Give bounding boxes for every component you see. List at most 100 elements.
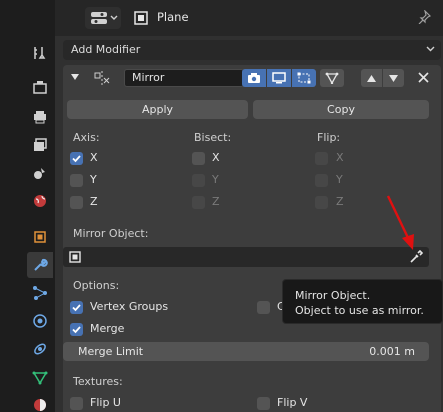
chevron-down-icon <box>110 15 118 20</box>
mirror-modifier-icon <box>94 71 110 85</box>
flip-x-checkbox[interactable] <box>315 152 328 165</box>
material-icon <box>34 399 46 411</box>
properties-tab-sidebar <box>25 0 55 412</box>
world-icon <box>34 195 46 207</box>
clipping-checkbox[interactable] <box>257 301 270 314</box>
move-down-button[interactable] <box>383 69 404 87</box>
merge-limit-slider[interactable]: Merge Limit 0.001 m <box>63 342 429 361</box>
flip-label: Flip: <box>317 131 341 144</box>
axis-x-label: X <box>90 151 98 164</box>
bisect-x-label: X <box>212 151 220 164</box>
merge-limit-label: Merge Limit <box>78 345 144 358</box>
image-stack-icon <box>34 138 47 151</box>
move-up-button[interactable] <box>361 69 382 87</box>
vertex-groups-checkbox[interactable] <box>70 301 83 314</box>
modifier-name-field[interactable]: Mirror <box>124 69 244 87</box>
tab-material[interactable] <box>27 392 53 412</box>
copy-button[interactable]: Copy <box>253 100 429 119</box>
tab-constraints[interactable] <box>27 336 53 362</box>
checkmark-icon <box>72 304 81 312</box>
tooltip-description: Object to use as mirror. <box>295 304 424 317</box>
object-icon <box>34 231 46 243</box>
scene-icon <box>34 168 45 179</box>
particles-icon <box>33 286 47 300</box>
mirror-object-tooltip: Mirror Object. Object to use as mirror. <box>282 279 443 324</box>
wrench-icon <box>34 258 48 271</box>
object-icon <box>69 251 81 263</box>
axis-z-checkbox[interactable] <box>70 196 83 209</box>
mesh-data-icon <box>32 371 48 385</box>
flip-u-label: Flip U <box>90 396 121 409</box>
tab-particles[interactable] <box>27 280 53 306</box>
toggle-render[interactable] <box>242 69 266 87</box>
bisect-y-label: Y <box>212 173 219 186</box>
merge-label: Merge <box>90 322 125 335</box>
tab-physics[interactable] <box>27 308 53 334</box>
cage-triangle-icon <box>325 72 339 84</box>
camera-icon <box>248 73 260 83</box>
axis-y-label: Y <box>90 173 97 186</box>
add-modifier-dropdown[interactable]: Add Modifier <box>63 40 441 60</box>
tab-modifiers[interactable] <box>27 252 53 278</box>
tab-object[interactable] <box>27 224 53 250</box>
collapse-triangle-icon[interactable] <box>71 74 79 81</box>
textures-label: Textures: <box>73 375 123 388</box>
flip-x-label: X <box>336 151 344 164</box>
flip-y-label: Y <box>336 173 343 186</box>
tooltip-title: Mirror Object. <box>295 289 371 302</box>
tab-render[interactable] <box>27 74 53 100</box>
apply-button[interactable]: Apply <box>67 100 248 119</box>
mirror-object-field[interactable] <box>63 247 429 267</box>
tool-icon <box>34 47 46 59</box>
tab-data[interactable] <box>27 364 53 390</box>
bisect-y-checkbox[interactable] <box>192 174 205 187</box>
flip-u-checkbox[interactable] <box>70 397 83 410</box>
toggle-viewport[interactable] <box>267 69 291 87</box>
flip-y-checkbox[interactable] <box>315 174 328 187</box>
annotation-arrow-icon <box>386 195 414 250</box>
axis-z-label: Z <box>90 195 98 208</box>
flip-z-label: Z <box>336 195 344 208</box>
triangle-down-icon <box>389 74 398 82</box>
axis-y-checkbox[interactable] <box>70 174 83 187</box>
mirror-modifier-header: Mirror <box>63 65 441 91</box>
flip-v-label: Flip V <box>277 396 308 409</box>
bisect-label: Bisect: <box>194 131 232 144</box>
tab-view-layer[interactable] <box>27 132 53 158</box>
pin-icon[interactable] <box>417 10 431 24</box>
properties-header: Plane <box>55 0 443 36</box>
vertex-groups-label: Vertex Groups <box>90 300 169 313</box>
edit-mode-icon <box>297 72 311 84</box>
printer-icon <box>34 111 46 124</box>
bisect-x-checkbox[interactable] <box>192 152 205 165</box>
toggle-on-cage[interactable] <box>320 69 344 87</box>
chevron-down-icon <box>426 46 435 52</box>
triangle-up-icon <box>367 74 376 82</box>
merge-checkbox[interactable] <box>70 323 83 336</box>
render-icon <box>33 81 47 94</box>
add-modifier-label: Add Modifier <box>71 43 141 56</box>
tab-output[interactable] <box>27 104 53 130</box>
mirror-object-label: Mirror Object: <box>73 227 149 240</box>
axis-x-checkbox[interactable] <box>70 152 83 165</box>
tab-tool[interactable] <box>27 40 53 66</box>
options-label: Options: <box>73 279 120 292</box>
editor-type-button[interactable] <box>85 7 121 29</box>
close-icon[interactable] <box>418 72 429 83</box>
flip-v-checkbox[interactable] <box>257 397 270 410</box>
move-modifier-buttons <box>361 69 404 87</box>
tab-scene[interactable] <box>27 160 53 186</box>
flip-z-checkbox[interactable] <box>315 196 328 209</box>
merge-limit-value: 0.001 m <box>369 345 415 358</box>
physics-icon <box>33 314 47 328</box>
properties-editor-icon <box>91 12 107 24</box>
monitor-icon <box>272 72 286 84</box>
tab-world[interactable] <box>27 188 53 214</box>
object-icon <box>134 11 148 25</box>
axis-label: Axis: <box>73 131 100 144</box>
bisect-z-checkbox[interactable] <box>192 196 205 209</box>
checkmark-icon <box>72 326 81 334</box>
toggle-edit-mode[interactable] <box>292 69 316 87</box>
constraint-icon <box>34 343 46 355</box>
visibility-toggles <box>242 69 344 87</box>
